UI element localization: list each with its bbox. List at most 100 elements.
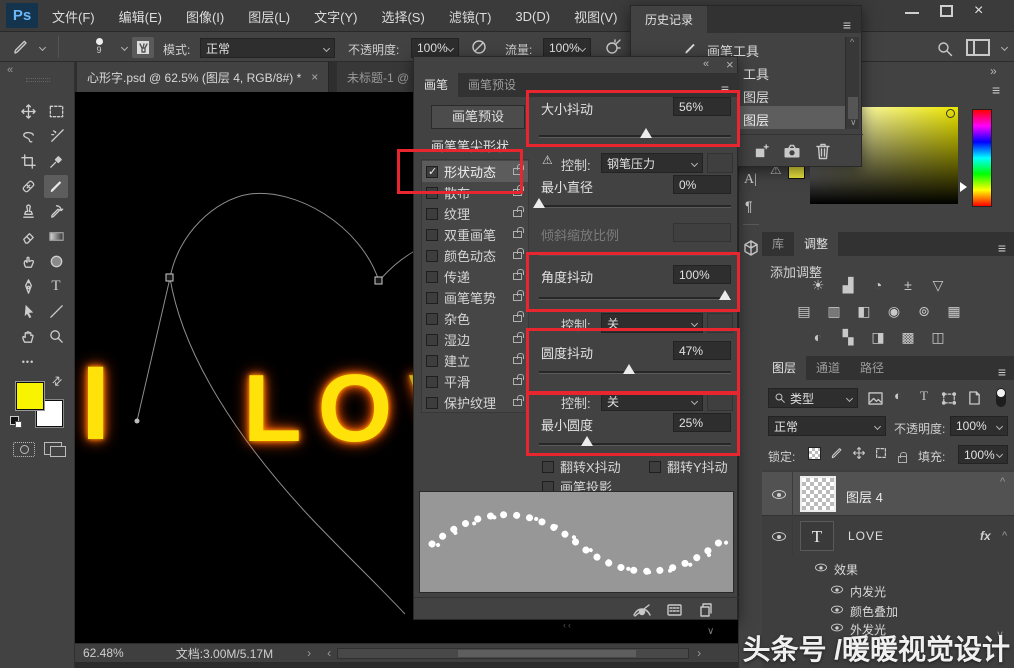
effect-row-color-overlay[interactable]: 颜色叠加 — [762, 600, 1014, 620]
adjustment-selective-color[interactable]: ◫ — [926, 328, 950, 346]
hscroll-left-icon[interactable]: ‹ — [327, 646, 331, 660]
brush-option-shape-dynamics[interactable]: 形状动态 — [422, 161, 528, 182]
snapshot-camera-icon[interactable] — [783, 143, 801, 160]
size-jitter-thumb[interactable] — [640, 128, 652, 138]
roundness-jitter-value[interactable]: 47% — [673, 341, 731, 360]
tool-preset-chevron[interactable] — [39, 44, 46, 51]
roundness-jitter-slider[interactable] — [539, 371, 731, 374]
adjustment-threshold[interactable]: ◨ — [866, 328, 890, 346]
filter-shape-icon[interactable] — [942, 392, 956, 405]
build-up-checkbox[interactable] — [426, 355, 438, 367]
color-dynamics-lock-icon[interactable] — [513, 252, 522, 259]
brush-option-wet-edges[interactable]: 湿边 — [422, 329, 528, 350]
brush-option-protect-texture[interactable]: 保护纹理 — [422, 392, 528, 413]
flip-x-option[interactable]: 翻转X抖动 — [542, 457, 621, 476]
layer2-name[interactable]: LOVE — [848, 529, 884, 543]
control3-select[interactable]: 关 — [601, 391, 703, 411]
menu-3d[interactable]: 3D(D) — [515, 9, 550, 24]
texture-lock-icon[interactable] — [513, 210, 522, 217]
wet-edges-lock-icon[interactable] — [513, 336, 522, 343]
dual-brush-checkbox[interactable] — [426, 229, 438, 241]
history-brush-tool[interactable] — [44, 200, 68, 223]
lasso-tool[interactable] — [16, 125, 40, 148]
tab-library[interactable]: 库 — [762, 231, 794, 256]
menu-edit[interactable]: 编辑(E) — [119, 7, 162, 26]
layer-scroll-up-icon[interactable]: ^ — [1000, 476, 1005, 488]
healing-brush-tool[interactable] — [16, 175, 40, 198]
menu-image[interactable]: 图像(I) — [186, 7, 224, 26]
filter-toggle-pill[interactable] — [996, 388, 1006, 407]
brush-option-scattering[interactable]: 散布 — [422, 182, 528, 203]
dodge-tool[interactable] — [44, 250, 68, 273]
tab-channels[interactable]: 通道 — [806, 355, 850, 380]
mode-select[interactable]: 正常 — [200, 38, 335, 58]
delete-state-trash-icon[interactable] — [815, 142, 831, 160]
opacity-value[interactable]: 100% — [411, 38, 459, 58]
color-overlay-visibility-icon[interactable] — [831, 606, 843, 614]
adjustment-brightness-contrast[interactable]: ☀ — [806, 276, 830, 294]
close-window-button[interactable]: × — [974, 2, 983, 20]
color-panel-menu-icon[interactable]: ≡ — [992, 82, 1000, 98]
adjustment-exposure[interactable]: ± — [896, 276, 920, 294]
panel-collapse-icon[interactable]: « — [703, 58, 709, 70]
brush-picker-chevron[interactable] — [121, 44, 128, 51]
control2-select[interactable]: 关 — [601, 313, 703, 333]
inner-glow-visibility-icon[interactable] — [831, 586, 843, 594]
brush-option-transfer[interactable]: 传递 — [422, 266, 528, 287]
new-brush-icon[interactable] — [698, 602, 714, 618]
adjustment-photo-filter[interactable]: ◉ — [882, 302, 906, 320]
effects-visibility-icon[interactable] — [815, 564, 827, 572]
scattering-checkbox[interactable] — [426, 187, 438, 199]
fill-value[interactable]: 100% — [958, 445, 1008, 464]
roundness-jitter-thumb[interactable] — [623, 364, 635, 374]
move-tool[interactable] — [16, 100, 40, 123]
flip-x-checkbox[interactable] — [542, 461, 554, 473]
brush-option-texture[interactable]: 纹理 — [422, 203, 528, 224]
brush-option-dual-brush[interactable]: 双重画笔 — [422, 224, 528, 245]
blend-mode-select[interactable]: 正常 — [768, 416, 886, 436]
lock-all-icon[interactable] — [898, 456, 907, 463]
layer2-visibility-icon[interactable] — [772, 532, 786, 541]
tab-adjustments[interactable]: 调整 — [794, 231, 838, 256]
history-scroll-down-icon[interactable]: ∨ — [850, 117, 857, 128]
pen-tool[interactable] — [16, 275, 40, 298]
lock-position-icon[interactable] — [852, 446, 866, 460]
lock-transparent-icon[interactable] — [808, 447, 821, 460]
effect-row-inner-glow[interactable]: 内发光 — [762, 580, 1014, 600]
layer1-thumbnail[interactable] — [800, 476, 836, 512]
scattering-lock-icon[interactable] — [513, 189, 522, 196]
min-roundness-thumb[interactable] — [581, 436, 593, 446]
brush-pose-lock-icon[interactable] — [513, 294, 522, 301]
history-menu-icon[interactable]: ≡ — [843, 17, 851, 33]
line-tool[interactable] — [44, 300, 68, 323]
color-picker-ring[interactable] — [946, 109, 955, 118]
path-select-tool[interactable] — [16, 300, 40, 323]
brush-pose-checkbox[interactable] — [426, 292, 438, 304]
size-jitter-slider[interactable] — [539, 135, 731, 138]
character-panel-icon[interactable]: A| — [744, 172, 757, 188]
screen-mode-button[interactable] — [44, 442, 62, 455]
brush-option-color-dynamics[interactable]: 颜色动态 — [422, 245, 528, 266]
status-expand-icon[interactable]: › — [307, 646, 311, 660]
smoothing-checkbox[interactable] — [426, 376, 438, 388]
filter-smart-object-icon[interactable] — [968, 391, 981, 405]
maximize-button[interactable] — [940, 5, 953, 17]
eyedropper-tool[interactable] — [44, 150, 68, 173]
filter-type-icon[interactable]: T — [920, 388, 928, 404]
tab-paths[interactable]: 路径 — [850, 355, 894, 380]
brush-option-brush-pose[interactable]: 画笔笔势 — [422, 287, 528, 308]
marquee-tool[interactable] — [44, 100, 68, 123]
filter-adjustment-icon[interactable]: ◐ — [894, 388, 902, 403]
menu-view[interactable]: 视图(V) — [574, 7, 617, 26]
angle-jitter-value[interactable]: 100% — [673, 265, 731, 284]
menu-layer[interactable]: 图层(L) — [248, 7, 290, 26]
adjustment-vibrance[interactable]: ▽ — [926, 276, 950, 294]
adjustment-levels[interactable]: ▟ — [836, 276, 860, 294]
adjustment-black-white[interactable]: ◧ — [852, 302, 876, 320]
protect-texture-checkbox[interactable] — [426, 397, 438, 409]
angle-jitter-slider[interactable] — [539, 297, 731, 300]
layer1-name[interactable]: 图层 4 — [846, 487, 883, 506]
brush-tab[interactable]: 画笔 — [414, 72, 458, 97]
airbrush-icon[interactable] — [604, 38, 622, 56]
brush-option-noise[interactable]: 杂色 — [422, 308, 528, 329]
